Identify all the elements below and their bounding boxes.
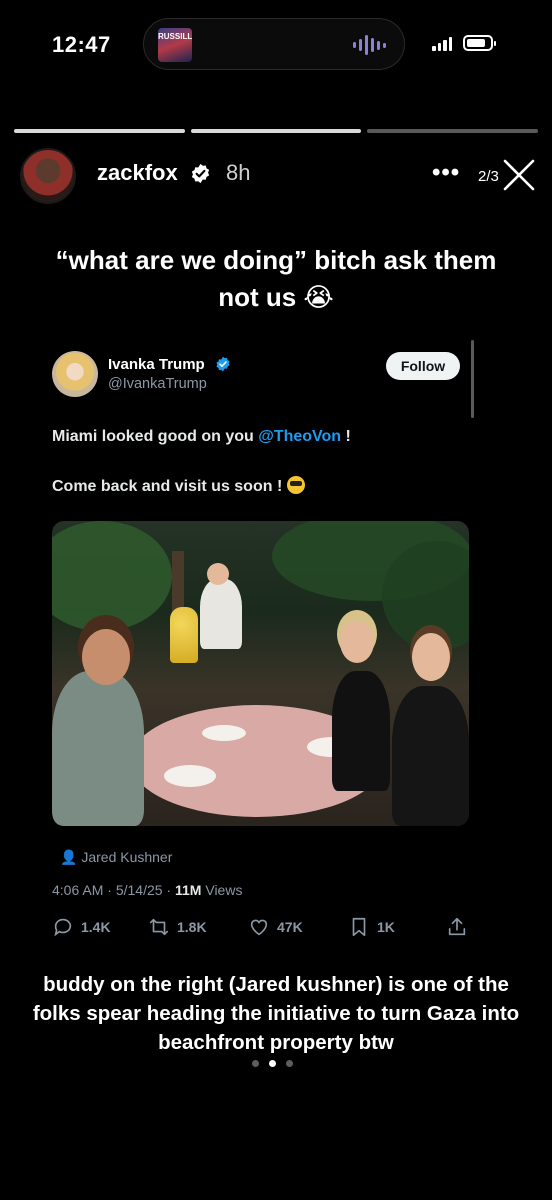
close-icon[interactable] (500, 156, 538, 194)
cellular-signal-icon (432, 37, 452, 51)
page-indicator (252, 1060, 293, 1067)
photo-person-right (392, 686, 469, 826)
tweet-text: Miami looked good on you (52, 428, 259, 445)
tweet-author-avatar[interactable] (52, 351, 98, 397)
tweet-timestamp[interactable]: 4:06 AM · 5/14/25 · 11M Views (52, 882, 242, 898)
story-timestamp: 8h (226, 160, 251, 185)
photo-person-middle (332, 671, 390, 791)
tweet-date: 5/14/25 (115, 882, 163, 898)
tagged-person[interactable]: 👤 Jared Kushner (60, 849, 172, 866)
photo-head (82, 629, 130, 685)
story-author-username[interactable]: zackfox (97, 160, 178, 186)
story-progress-segment (14, 129, 185, 133)
clock: 12:47 (52, 32, 111, 57)
photo-lemon-tower (170, 607, 198, 663)
sunglasses-emoji-icon (286, 476, 305, 494)
reply-button[interactable]: 1.4K (52, 916, 111, 938)
tagged-person-name: Jared Kushner (81, 849, 173, 865)
reply-count: 1.4K (81, 919, 111, 935)
like-button[interactable]: 47K (248, 916, 303, 938)
tweet-author-name[interactable]: Ivanka Trump (108, 356, 205, 373)
bookmark-button[interactable]: 1K (348, 916, 395, 938)
tweet-scrollbar (471, 340, 474, 418)
tweet-actions-bar: 1.4K 1.8K 47K 1K (52, 916, 472, 942)
story-progress-segment (367, 129, 539, 133)
bookmark-icon (352, 917, 366, 937)
repost-icon (149, 918, 169, 936)
page-dot-active[interactable] (269, 1060, 276, 1067)
now-playing-artwork-text: RUSSILLO (158, 32, 192, 41)
mention-link[interactable]: @TheoVon (258, 428, 341, 445)
tweet-text-line-1: Miami looked good on you @TheoVon ! (52, 428, 351, 446)
story-caption-bottom: buddy on the right (Jared kushner) is on… (32, 973, 520, 1054)
person-tag-icon: 👤 (60, 849, 82, 865)
page-dot[interactable] (286, 1060, 293, 1067)
story-progress-bar (14, 129, 539, 133)
repost-button[interactable]: 1.8K (148, 916, 207, 938)
story-counter: 2/3 (478, 168, 499, 185)
heart-icon (250, 919, 268, 936)
repost-count: 1.8K (177, 919, 207, 935)
photo-head (412, 633, 450, 681)
bookmark-count: 1K (377, 919, 395, 935)
follow-button[interactable]: Follow (386, 352, 460, 380)
photo-head (207, 563, 229, 585)
tweet-text-line-2: Come back and visit us soon ! (52, 476, 305, 496)
battery-icon (463, 35, 496, 51)
photo-foliage (52, 521, 172, 631)
photo-waiter (200, 579, 242, 649)
verified-badge-icon (191, 163, 210, 184)
story-author-avatar[interactable] (20, 148, 76, 204)
page-dot[interactable] (252, 1060, 259, 1067)
tweet-views-label: Views (205, 882, 243, 898)
dynamic-island[interactable]: RUSSILLO (143, 18, 405, 70)
share-button[interactable] (446, 916, 468, 938)
tweet-text: Come back and visit us soon ! (52, 478, 283, 495)
more-options-icon[interactable]: ••• (432, 159, 460, 187)
photo-head (340, 621, 374, 663)
tweet-text: ! (341, 428, 351, 445)
tweet-time: 4:06 AM (52, 882, 104, 898)
audio-waveform-icon (353, 34, 386, 56)
tweet-photo[interactable] (52, 521, 469, 826)
reply-icon (54, 918, 72, 937)
status-bar: 12:47 RUSSILLO (0, 0, 552, 90)
story-progress-segment (190, 129, 362, 133)
share-icon (448, 917, 466, 936)
photo-plate (164, 765, 216, 787)
photo-plate (202, 725, 246, 741)
story-caption: “what are we doing” bitch ask them not u… (55, 245, 497, 312)
tweet-author-handle[interactable]: @IvankaTrump (108, 376, 207, 392)
tweet-views-count: 11M (175, 882, 202, 898)
photo-person-left (52, 671, 144, 826)
like-count: 47K (277, 919, 303, 935)
verified-badge-icon (216, 356, 230, 372)
now-playing-artwork: RUSSILLO (158, 28, 192, 62)
